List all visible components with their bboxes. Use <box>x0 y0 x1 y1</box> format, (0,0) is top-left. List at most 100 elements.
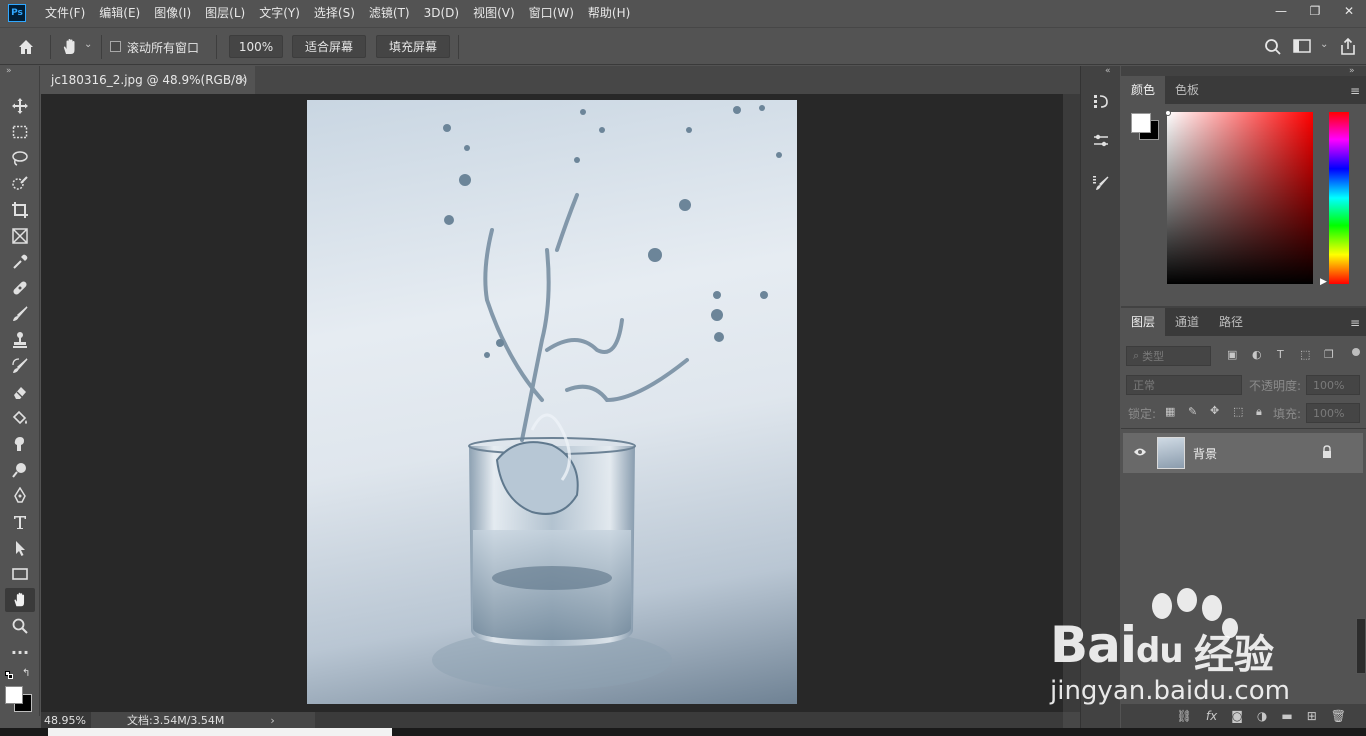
filter-toggle-icon[interactable] <box>1352 348 1360 356</box>
menu-3d[interactable]: 3D(D) <box>417 0 466 26</box>
add-mask-icon[interactable]: ◙ <box>1231 709 1243 723</box>
swap-colors-icon[interactable]: ↰ <box>22 668 30 679</box>
paint-bucket-tool-icon[interactable] <box>5 406 35 430</box>
tab-swatches[interactable]: 色板 <box>1165 76 1209 104</box>
type-tool-icon[interactable] <box>5 510 35 534</box>
menu-view[interactable]: 视图(V) <box>466 0 522 26</box>
workspace-chevron-icon[interactable]: ⌄ <box>1320 39 1328 50</box>
history-panel-icon[interactable] <box>1088 88 1114 114</box>
menu-edit[interactable]: 编辑(E) <box>92 0 147 26</box>
color-panel-menu-icon[interactable]: ≡ <box>1350 84 1360 98</box>
quick-selection-tool-icon[interactable] <box>5 172 35 196</box>
panel-foreground-swatch[interactable] <box>1131 113 1151 133</box>
zoom-tool-icon[interactable] <box>5 614 35 638</box>
adjustments-panel-icon[interactable] <box>1088 128 1114 154</box>
home-icon[interactable] <box>16 37 38 57</box>
close-button[interactable]: ✕ <box>1332 0 1366 22</box>
lock-position-icon[interactable]: ✥ <box>1210 404 1219 417</box>
minimize-button[interactable]: — <box>1264 0 1298 22</box>
color-field[interactable] <box>1167 112 1313 284</box>
menu-window[interactable]: 窗口(W) <box>522 0 581 26</box>
layer-style-icon[interactable]: fx <box>1206 709 1217 723</box>
layers-panel-menu-icon[interactable]: ≡ <box>1350 316 1360 330</box>
chevron-down-icon[interactable]: ⌄ <box>84 39 92 50</box>
history-brush-tool-icon[interactable] <box>5 354 35 378</box>
lock-artboard-icon[interactable]: ⬚ <box>1233 405 1243 418</box>
lock-all-icon[interactable]: 🔒︎ <box>1256 405 1262 419</box>
menu-type[interactable]: 文字(Y) <box>252 0 307 26</box>
new-adjustment-layer-icon[interactable]: ◑ <box>1257 709 1267 723</box>
layer-row-background[interactable]: 背景 <box>1123 433 1363 473</box>
path-selection-tool-icon[interactable] <box>5 536 35 560</box>
new-group-icon[interactable]: ▬ <box>1281 709 1292 723</box>
fit-screen-button[interactable]: 适合屏幕 <box>292 35 366 58</box>
status-menu-arrow-icon[interactable]: › <box>270 714 274 727</box>
close-document-icon[interactable]: × <box>238 73 247 86</box>
workspace-icon[interactable] <box>1293 38 1313 56</box>
expand-toolbar-icon[interactable]: » <box>6 66 12 76</box>
menu-file[interactable]: 文件(F) <box>38 0 92 26</box>
foreground-color-swatch[interactable] <box>5 686 23 704</box>
marquee-tool-icon[interactable] <box>5 120 35 144</box>
tab-channels[interactable]: 通道 <box>1165 308 1209 336</box>
color-picker-marker[interactable] <box>1165 110 1171 116</box>
collapse-panels-icon[interactable]: « <box>1105 66 1111 76</box>
share-icon[interactable] <box>1338 37 1358 57</box>
filter-smart-object-icon[interactable]: ❐ <box>1324 348 1334 361</box>
zoom-100-button[interactable]: 100% <box>229 35 283 58</box>
brush-settings-panel-icon[interactable] <box>1088 170 1114 196</box>
blend-mode-select[interactable]: 正常 <box>1126 375 1242 395</box>
brush-tool-icon[interactable] <box>5 302 35 326</box>
pen-tool-icon[interactable] <box>5 484 35 508</box>
menu-image[interactable]: 图像(I) <box>147 0 198 26</box>
smudge-tool-icon[interactable] <box>5 432 35 456</box>
filter-pixel-icon[interactable]: ▣ <box>1227 348 1237 361</box>
rectangle-tool-icon[interactable] <box>5 562 35 586</box>
document-tab[interactable]: jc180316_2.jpg @ 48.9%(RGB/8) × <box>41 66 255 94</box>
healing-brush-tool-icon[interactable] <box>5 276 35 300</box>
menu-select[interactable]: 选择(S) <box>307 0 362 26</box>
clone-stamp-tool-icon[interactable] <box>5 328 35 352</box>
taskbar-item[interactable] <box>48 728 392 736</box>
layer-filter-select[interactable]: ⌕ 类型 <box>1126 346 1211 366</box>
hand-tool-preset-icon[interactable] <box>60 37 80 57</box>
collapse-right-panels-icon[interactable]: » <box>1349 66 1355 76</box>
menu-help[interactable]: 帮助(H) <box>581 0 637 26</box>
horizontal-scrollbar[interactable] <box>315 712 1063 728</box>
hand-tool-icon[interactable] <box>5 588 35 612</box>
zoom-level-field[interactable]: 48.95% <box>41 712 91 728</box>
hue-slider-pointer-icon[interactable]: ▶ <box>1320 277 1327 287</box>
filter-adjustment-icon[interactable]: ◐ <box>1252 348 1262 361</box>
default-colors-icon[interactable] <box>5 671 13 679</box>
tab-paths[interactable]: 路径 <box>1209 308 1253 336</box>
eyedropper-tool-icon[interactable] <box>5 250 35 274</box>
menu-layer[interactable]: 图层(L) <box>198 0 252 26</box>
dodge-tool-icon[interactable] <box>5 458 35 482</box>
eraser-tool-icon[interactable] <box>5 380 35 404</box>
search-icon[interactable] <box>1263 37 1283 57</box>
restore-button[interactable]: ❐ <box>1298 0 1332 22</box>
fill-screen-button[interactable]: 填充屏幕 <box>376 35 450 58</box>
filter-shape-icon[interactable]: ⬚ <box>1300 348 1310 361</box>
link-layers-icon[interactable]: ⛓︎ <box>1177 709 1192 723</box>
crop-tool-icon[interactable] <box>5 198 35 222</box>
move-tool-icon[interactable] <box>5 94 35 118</box>
image-canvas[interactable] <box>307 100 797 704</box>
tab-color[interactable]: 颜色 <box>1121 76 1166 104</box>
lock-pixels-icon[interactable]: ✎ <box>1188 405 1197 418</box>
tab-layers[interactable]: 图层 <box>1121 308 1166 336</box>
fill-input[interactable]: 100% <box>1306 403 1360 423</box>
frame-tool-icon[interactable] <box>5 224 35 248</box>
new-layer-icon[interactable]: ⊞ <box>1307 709 1317 723</box>
menu-filter[interactable]: 滤镜(T) <box>362 0 417 26</box>
lasso-tool-icon[interactable] <box>5 146 35 170</box>
opacity-input[interactable]: 100% <box>1306 375 1360 395</box>
hue-slider[interactable] <box>1329 112 1349 284</box>
delete-layer-icon[interactable]: 🗑︎ <box>1331 709 1346 723</box>
more-tools-icon[interactable]: ··· <box>5 640 35 664</box>
eye-icon[interactable] <box>1133 446 1147 461</box>
filter-type-icon[interactable]: T <box>1277 348 1284 361</box>
panel-scroll-indicator[interactable] <box>1356 618 1366 674</box>
lock-transparent-icon[interactable]: ▦ <box>1165 405 1175 418</box>
scroll-all-windows-checkbox[interactable] <box>110 41 121 52</box>
